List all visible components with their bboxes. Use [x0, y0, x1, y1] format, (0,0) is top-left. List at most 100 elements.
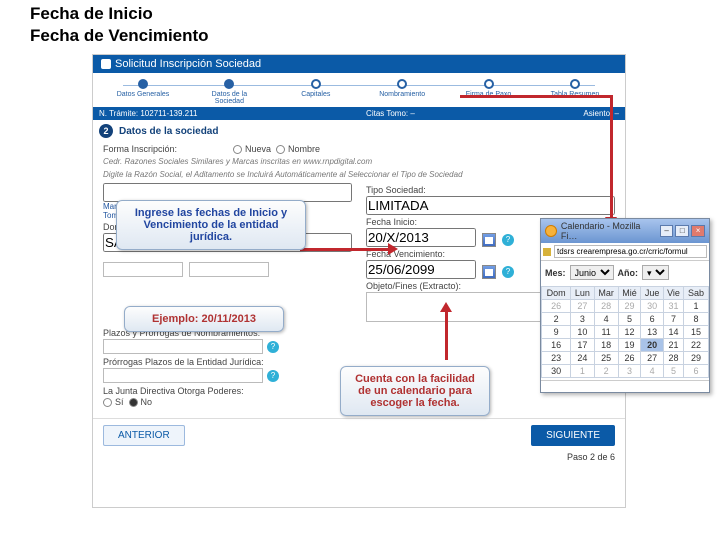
cal-day[interactable]: 28 — [594, 300, 618, 313]
cal-day[interactable]: 2 — [542, 313, 571, 326]
cal-day[interactable]: 20 — [641, 339, 664, 352]
asiento: Asiento: – — [583, 109, 619, 118]
cal-day[interactable]: 23 — [542, 352, 571, 365]
step-item[interactable]: Capitales — [286, 79, 346, 105]
cal-day[interactable]: 21 — [663, 339, 683, 352]
help-icon[interactable]: ? — [267, 341, 279, 353]
help-icon[interactable]: ? — [502, 234, 514, 246]
cal-day[interactable]: 15 — [684, 326, 709, 339]
extra-input-1[interactable] — [103, 262, 183, 277]
fecha-inicio-input[interactable] — [366, 228, 476, 247]
section-number: 2 — [99, 124, 113, 138]
siguiente-button[interactable]: SIGUIENTE — [531, 425, 615, 446]
forma-radio-nueva[interactable] — [233, 145, 242, 154]
cal-day[interactable]: 6 — [641, 313, 664, 326]
cal-day[interactable]: 6 — [684, 365, 709, 378]
cal-day[interactable]: 3 — [618, 365, 641, 378]
tipo-sociedad-input[interactable] — [366, 196, 615, 215]
poderes-si-label: Sí — [115, 397, 124, 407]
popup-status-bar — [541, 380, 709, 392]
cal-day[interactable]: 29 — [618, 300, 641, 313]
cal-day[interactable]: 4 — [594, 313, 618, 326]
mes-select[interactable]: Junio — [570, 265, 614, 280]
anterior-button[interactable]: ANTERIOR — [103, 425, 185, 446]
cal-day[interactable]: 18 — [594, 339, 618, 352]
step-item[interactable]: Tabla Resumen — [545, 79, 605, 105]
cal-day[interactable]: 27 — [571, 300, 594, 313]
cal-day-head: Jue — [641, 287, 664, 300]
step-item[interactable]: Datos de la Sociedad — [199, 79, 259, 105]
forma-radio-nombre[interactable] — [276, 145, 285, 154]
cal-day[interactable]: 22 — [684, 339, 709, 352]
cal-day[interactable]: 9 — [542, 326, 571, 339]
cal-day[interactable]: 12 — [618, 326, 641, 339]
cal-day[interactable]: 26 — [542, 300, 571, 313]
cal-day[interactable]: 10 — [571, 326, 594, 339]
cal-day[interactable]: 17 — [571, 339, 594, 352]
cal-day[interactable]: 30 — [542, 365, 571, 378]
maximize-button[interactable]: □ — [675, 225, 689, 237]
forma-opt-nueva: Nueva — [245, 144, 271, 154]
cal-day[interactable]: 5 — [618, 313, 641, 326]
step-info-bar: N. Trámite: 102711-139.211 Citas Tomo: –… — [93, 107, 625, 120]
cal-day[interactable]: 19 — [618, 339, 641, 352]
poderes-no-label: No — [141, 397, 153, 407]
tramite-num: N. Trámite: 102711-139.211 — [99, 109, 197, 118]
forma-label: Forma Inscripción: — [103, 144, 233, 154]
cal-day[interactable]: 7 — [663, 313, 683, 326]
cal-day[interactable]: 2 — [594, 365, 618, 378]
close-button[interactable]: × — [691, 225, 705, 237]
cal-day[interactable]: 4 — [641, 365, 664, 378]
cal-day[interactable]: 30 — [641, 300, 664, 313]
step-item[interactable]: Nombramiento — [372, 79, 432, 105]
calendar-controls: Mes: Junio Año: ▾ — [541, 261, 709, 284]
step-item[interactable]: Firma de Paxo — [459, 79, 519, 105]
fecha-venc-input[interactable] — [366, 260, 476, 279]
button-bar: ANTERIOR SIGUIENTE — [93, 418, 625, 452]
calendar-popup: Calendario - Mozilla Fi… – □ × Mes: Juni… — [540, 218, 710, 393]
cal-day[interactable]: 27 — [641, 352, 664, 365]
help-icon[interactable]: ? — [267, 370, 279, 382]
cal-day[interactable]: 5 — [663, 365, 683, 378]
cal-day[interactable]: 24 — [571, 352, 594, 365]
app-header: Solicitud Inscripción Sociedad — [93, 55, 625, 73]
cal-day[interactable]: 31 — [663, 300, 683, 313]
poderes-si-radio[interactable] — [103, 398, 112, 407]
arrow-head-cal — [440, 302, 452, 312]
callout-calendario: Cuenta con la facilidad de un calendario… — [340, 366, 490, 416]
cal-day[interactable]: 28 — [663, 352, 683, 365]
calendar-icon[interactable] — [482, 265, 496, 279]
cal-day[interactable]: 25 — [594, 352, 618, 365]
callout-ejemplo: Ejemplo: 20/11/2013 — [124, 306, 284, 332]
ano-select[interactable]: ▾ — [642, 265, 669, 280]
help-icon[interactable]: ? — [502, 266, 514, 278]
popup-titlebar[interactable]: Calendario - Mozilla Fi… – □ × — [541, 219, 709, 243]
cal-day[interactable]: 29 — [684, 352, 709, 365]
citas-tomo: Citas Tomo: – — [366, 109, 415, 118]
section-header: 2 Datos de la sociedad — [93, 120, 625, 142]
cal-day[interactable]: 11 — [594, 326, 618, 339]
cal-day[interactable]: 3 — [571, 313, 594, 326]
cal-day[interactable]: 1 — [571, 365, 594, 378]
arrow-to-popup-h — [460, 95, 610, 98]
calendar-icon[interactable] — [482, 233, 496, 247]
forma-inscripcion-row: Forma Inscripción: Nueva Nombre — [103, 144, 615, 154]
cal-day[interactable]: 16 — [542, 339, 571, 352]
step-item[interactable]: Datos Generales — [113, 79, 173, 105]
poderes-no-radio[interactable] — [129, 398, 138, 407]
arrow-to-calendar-icon2 — [445, 310, 448, 360]
cal-day[interactable]: 8 — [684, 313, 709, 326]
popup-url-input[interactable] — [554, 245, 707, 258]
plazos-input[interactable] — [103, 339, 263, 354]
firefox-icon — [545, 225, 557, 237]
cal-day-head: Sab — [684, 287, 709, 300]
minimize-button[interactable]: – — [660, 225, 674, 237]
cal-day[interactable]: 26 — [618, 352, 641, 365]
cal-day[interactable]: 14 — [663, 326, 683, 339]
extra-input-2[interactable] — [189, 262, 269, 277]
lock-icon — [543, 248, 551, 256]
arrow-to-popup-v — [610, 95, 613, 219]
prorrogas-input[interactable] — [103, 368, 263, 383]
cal-day[interactable]: 1 — [684, 300, 709, 313]
cal-day[interactable]: 13 — [641, 326, 664, 339]
